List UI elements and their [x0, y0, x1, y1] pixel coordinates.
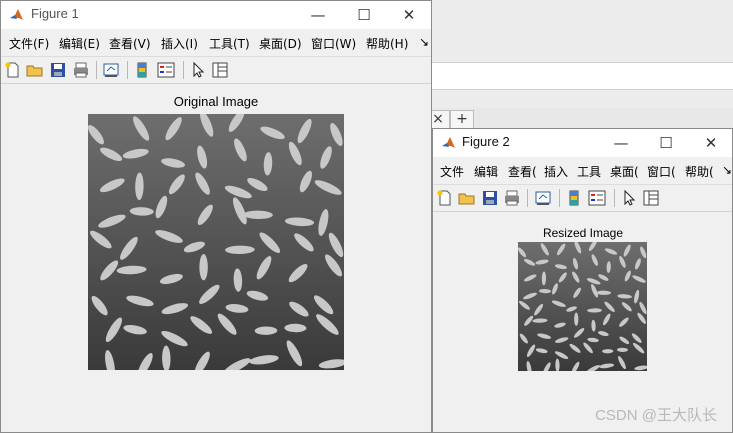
- rice-grain: [574, 312, 579, 326]
- figure1-titlebar: Figure 1 — ☐ ✕: [1, 1, 431, 29]
- figure2-window: Figure 2 — ☐ ✕ 文件 编辑 查看( 插入 工具 桌面( 窗口( 帮…: [432, 128, 733, 433]
- resized-rice-image: [518, 242, 647, 371]
- maximize-button[interactable]: ☐: [643, 129, 689, 157]
- colorbar-icon[interactable]: [133, 61, 151, 79]
- menu-overflow-icon[interactable]: ↘: [722, 163, 732, 177]
- background-input-field[interactable]: [430, 62, 733, 90]
- figure2-toolbar: [433, 184, 732, 212]
- matlab-logo-icon: [442, 137, 455, 148]
- figure1-toolbar: [1, 56, 431, 84]
- minimize-button[interactable]: —: [598, 129, 644, 157]
- toolbar-separator: [614, 189, 615, 207]
- new-figure-icon[interactable]: [436, 189, 454, 207]
- toolbar-separator: [559, 189, 560, 207]
- figure1-window: Figure 1 — ☐ ✕ 文件(F) 编辑(E) 查看(V) 插入(I) 工…: [0, 0, 432, 433]
- open-file-icon[interactable]: [26, 61, 44, 79]
- menu-view[interactable]: 查看(: [508, 163, 537, 180]
- save-icon[interactable]: [49, 61, 67, 79]
- print-icon[interactable]: [503, 189, 521, 207]
- print-icon[interactable]: [72, 61, 90, 79]
- original-rice-image: [88, 114, 344, 370]
- menu-edit[interactable]: 编辑(E): [59, 35, 100, 52]
- open-file-icon[interactable]: [458, 189, 476, 207]
- pointer-icon[interactable]: [189, 61, 207, 79]
- menu-insert[interactable]: 插入(I): [161, 35, 198, 52]
- property-inspector-icon[interactable]: [211, 61, 229, 79]
- toolbar-separator: [183, 61, 184, 79]
- toolbar-separator: [127, 61, 128, 79]
- background-tab-add[interactable]: +: [450, 110, 474, 129]
- menu-desktop[interactable]: 桌面(D): [259, 35, 302, 52]
- save-icon[interactable]: [481, 189, 499, 207]
- figure2-titlebar: Figure 2 — ☐ ✕: [433, 129, 732, 157]
- minimize-button[interactable]: —: [295, 1, 341, 29]
- close-button[interactable]: ✕: [386, 1, 431, 29]
- csdn-watermark: CSDN @王大队长: [595, 407, 717, 424]
- new-figure-icon[interactable]: [4, 61, 22, 79]
- property-inspector-icon[interactable]: [642, 189, 660, 207]
- menu-view[interactable]: 查看(V): [109, 35, 151, 52]
- figure1-axes-title: Original Image: [173, 94, 259, 109]
- link-plot-icon[interactable]: [102, 61, 120, 79]
- menu-window[interactable]: 窗口(: [647, 163, 676, 180]
- colorbar-icon[interactable]: [565, 189, 583, 207]
- menu-edit[interactable]: 编辑: [474, 163, 498, 180]
- legend-icon[interactable]: [588, 189, 606, 207]
- menu-help[interactable]: 帮助(H): [366, 35, 408, 52]
- menu-tools[interactable]: 工具(T): [209, 35, 250, 52]
- toolbar-separator: [527, 189, 528, 207]
- figure1-title: Figure 1: [31, 6, 79, 21]
- legend-icon[interactable]: [157, 61, 175, 79]
- menu-overflow-icon[interactable]: ↘: [419, 35, 429, 49]
- background-tab-bar: [430, 108, 733, 129]
- menu-insert[interactable]: 插入: [544, 163, 568, 180]
- menu-file[interactable]: 文件(F): [9, 35, 49, 52]
- menu-help[interactable]: 帮助(: [685, 163, 714, 180]
- figure2-menubar: 文件 编辑 查看( 插入 工具 桌面( 窗口( 帮助( ↘: [433, 159, 732, 183]
- toolbar-separator: [96, 61, 97, 79]
- link-plot-icon[interactable]: [534, 189, 552, 207]
- matlab-logo-icon: [10, 9, 23, 20]
- figure2-title: Figure 2: [462, 134, 510, 149]
- figure1-menubar: 文件(F) 编辑(E) 查看(V) 插入(I) 工具(T) 桌面(D) 窗口(W…: [1, 31, 431, 55]
- menu-file[interactable]: 文件: [440, 163, 464, 180]
- maximize-button[interactable]: ☐: [341, 1, 387, 29]
- menu-tools[interactable]: 工具: [577, 163, 601, 180]
- pointer-icon[interactable]: [620, 189, 638, 207]
- rice-grain: [199, 254, 208, 281]
- close-button[interactable]: ✕: [688, 129, 732, 157]
- figure2-axes-title: Resized Image: [542, 226, 624, 240]
- menu-window[interactable]: 窗口(W): [311, 35, 356, 52]
- menu-desktop[interactable]: 桌面(: [610, 163, 639, 180]
